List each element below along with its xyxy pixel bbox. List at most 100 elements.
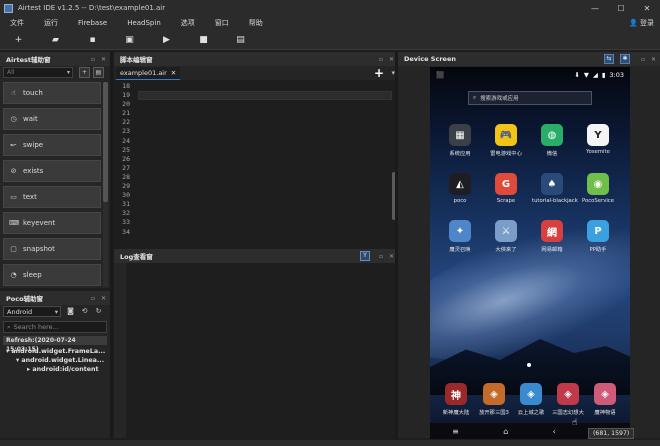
poco-search-input[interactable]: ⌕ Search here... <box>3 321 107 333</box>
api-filter-value: All <box>7 69 15 76</box>
maximize-button[interactable]: ☐ <box>608 0 634 16</box>
tree-node[interactable]: ▸ android:id/content <box>3 365 107 374</box>
app-pp-assistant[interactable]: P PP助手 <box>578 220 618 253</box>
settings-icon[interactable]: ▤ <box>93 67 104 78</box>
app-scrape[interactable]: G Scrape <box>486 173 526 204</box>
line-number: 18 <box>122 82 130 90</box>
line-number: 27 <box>122 163 130 172</box>
minimize-button[interactable]: — <box>582 0 608 16</box>
api-keyevent-button[interactable]: ⌨ keyevent <box>3 212 101 234</box>
back-icon[interactable]: ‹ <box>553 427 556 436</box>
api-label: sleep <box>23 271 42 279</box>
line-number: 23 <box>122 127 130 136</box>
close-icon[interactable]: ✕ <box>651 56 656 63</box>
api-text-button[interactable]: ▭ text <box>3 186 101 208</box>
float-icon[interactable]: ▫ <box>91 295 95 302</box>
android-icon: ◉ <box>587 173 609 195</box>
app-daxia[interactable]: ⚔ 大俠來了 <box>486 220 526 253</box>
blackjack-icon: ♠ <box>541 173 563 195</box>
app-dock-1[interactable]: 神新神魔大陆 <box>436 383 476 416</box>
panel-divider[interactable] <box>110 52 113 440</box>
wechat-icon: ◍ <box>541 124 563 146</box>
game-icon: 神 <box>445 383 467 405</box>
app-summoners-war[interactable]: ✦ 魔灵召唤 <box>440 220 480 253</box>
menu-run[interactable]: 运行 <box>34 18 68 28</box>
refresh-icon[interactable]: ↻ <box>93 306 104 317</box>
float-icon[interactable]: ▫ <box>91 56 95 63</box>
poco-panel-title: Poco辅助窗 <box>6 295 44 303</box>
api-wait-button[interactable]: ◷ wait <box>3 108 101 130</box>
log-panel-title: Log查看窗 <box>120 253 153 261</box>
api-filter-select[interactable]: All ▾ <box>3 67 73 78</box>
tab-example01[interactable]: example01.air ✕ <box>116 67 181 80</box>
report-button[interactable]: ▤ <box>222 30 259 50</box>
rotate-icon[interactable]: ⇆ <box>604 54 614 64</box>
run-button[interactable]: ▶ <box>148 30 185 50</box>
app-pocoservice[interactable]: ◉ PocoService <box>578 173 618 204</box>
add-icon[interactable]: + <box>79 67 90 78</box>
inspector-lock-icon[interactable]: ◙ <box>65 306 76 317</box>
app-dock-2[interactable]: ◈ 放开那三国3 <box>474 383 514 416</box>
new-tab-button[interactable]: + <box>374 66 384 80</box>
phone-search-bar[interactable]: ⌕ 搜索游戏或应用 <box>468 91 592 105</box>
tools-icon[interactable]: ✱ <box>620 54 630 64</box>
app-label: poco <box>453 198 467 204</box>
open-button[interactable]: ▰ <box>37 30 74 50</box>
menu-help[interactable]: 帮助 <box>239 18 273 28</box>
api-sleep-button[interactable]: ◔ sleep <box>3 264 101 286</box>
home-icon[interactable]: ⌂ <box>503 427 508 436</box>
app-dock-3[interactable]: ◈ 云上城之歌 <box>511 383 551 416</box>
close-icon[interactable]: ✕ <box>101 295 106 302</box>
scrollbar-thumb[interactable] <box>103 82 108 202</box>
api-swipe-button[interactable]: ↜ swipe <box>3 134 101 156</box>
app-poco[interactable]: ◭ poco <box>440 173 480 204</box>
menu-file[interactable]: 文件 <box>0 18 34 28</box>
device-panel-title: Device Screen <box>404 55 456 63</box>
menu-icon[interactable]: ≡ <box>452 427 459 436</box>
app-dock-5[interactable]: ◈ 魔神物语 <box>585 383 625 416</box>
api-touch-button[interactable]: ☝ touch <box>3 82 101 104</box>
app-label: 网易邮箱 <box>541 247 563 253</box>
line-number: 25 <box>122 145 130 154</box>
stop-button[interactable]: ■ <box>185 30 222 50</box>
menu-window[interactable]: 窗口 <box>205 18 239 28</box>
refresh-timestamp: Refresh:(2020-07-24 15:03:15) <box>3 336 107 353</box>
current-line-highlight[interactable] <box>138 91 392 100</box>
float-icon[interactable]: ▫ <box>379 253 383 260</box>
float-icon[interactable]: ▫ <box>641 56 645 63</box>
save-button[interactable]: ▪ <box>74 30 111 50</box>
text-icon: ▭ <box>10 193 17 201</box>
log-filter-icon[interactable]: Y <box>360 251 370 261</box>
app-system-apps[interactable]: ▦ 系统应用 <box>440 124 480 157</box>
close-icon[interactable]: ✕ <box>101 56 106 63</box>
line-number: 28 <box>122 172 130 181</box>
game-icon: ◈ <box>483 383 505 405</box>
menu-headspin[interactable]: HeadSpin <box>117 19 171 27</box>
app-tutorial-blackjack[interactable]: ♠ tutorial-blackjack <box>532 173 578 204</box>
api-label: text <box>23 193 37 201</box>
api-list-scrollbar[interactable] <box>103 82 108 287</box>
menu-firebase[interactable]: Firebase <box>68 19 117 27</box>
menu-options[interactable]: 选项 <box>171 18 205 28</box>
new-script-button[interactable]: + <box>0 30 37 50</box>
app-game-center[interactable]: 🎮 雷电游戏中心 <box>486 124 526 157</box>
record-poco-icon[interactable]: ⟲ <box>79 306 90 317</box>
login-button[interactable]: 👤 登录 <box>629 17 654 29</box>
close-button[interactable]: ✕ <box>634 0 660 16</box>
app-yosemite[interactable]: Y Yosemite <box>578 124 618 155</box>
record-button[interactable]: ▣ <box>111 30 148 50</box>
float-icon[interactable]: ▫ <box>379 56 383 63</box>
api-exists-button[interactable]: ⊘ exists <box>3 160 101 182</box>
close-icon[interactable]: ✕ <box>389 56 394 63</box>
device-screen[interactable]: ⬛ ⬇ ▼ ◢ ▮ 3:03 ⌕ 搜索游戏或应用 ▦ 系统应用 🎮 雷电游戏中心 ◍… <box>430 67 630 439</box>
close-icon[interactable]: ✕ <box>389 253 394 260</box>
app-dock-4[interactable]: ◈ 三国志幻想大 <box>548 383 588 416</box>
api-snapshot-button[interactable]: ▢ snapshot <box>3 238 101 260</box>
app-wechat[interactable]: ◍ 微信 <box>532 124 572 157</box>
app-logo-icon <box>4 3 13 13</box>
tree-node[interactable]: ▾ android.widget.FrameLa... <box>3 347 107 356</box>
poco-mode-select[interactable]: Android ▾ <box>3 306 61 317</box>
close-icon[interactable]: ✕ <box>171 67 176 79</box>
tree-node[interactable]: ▾ android.widget.Linea... <box>3 356 107 365</box>
app-netease-mail[interactable]: 網网易邮箱 <box>532 220 572 253</box>
